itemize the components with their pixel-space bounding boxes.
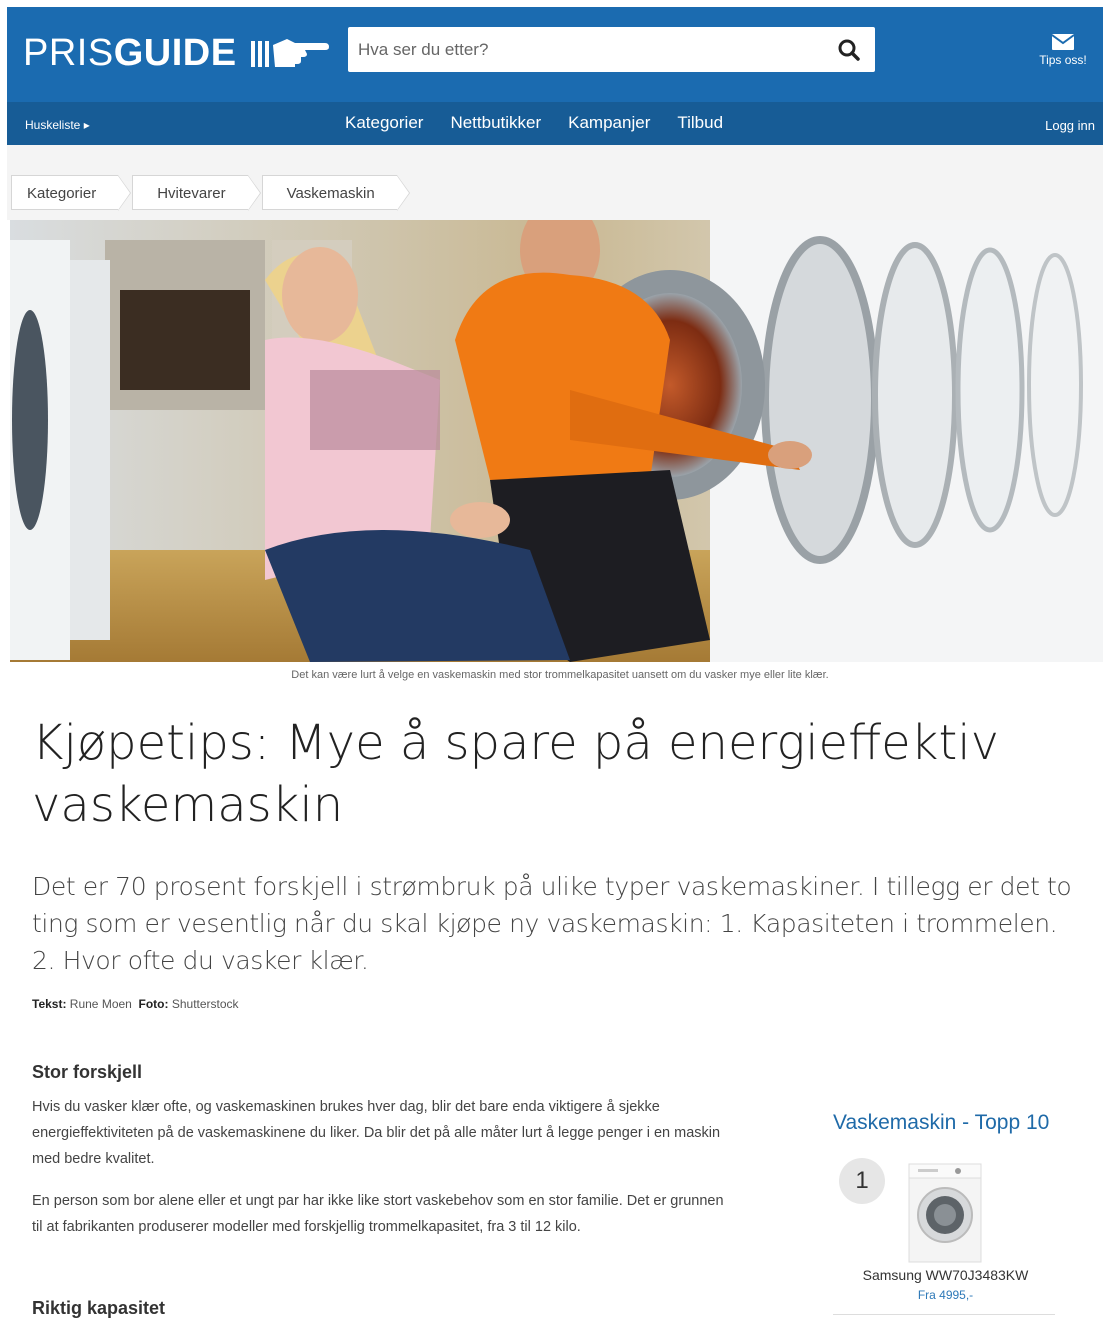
- search-box: [348, 27, 875, 72]
- nav-item-kampanjer[interactable]: Kampanjer: [568, 113, 650, 133]
- product-price[interactable]: Fra 4995,-: [833, 1288, 1058, 1302]
- product-name[interactable]: Samsung WW70J3483KW: [833, 1267, 1058, 1283]
- logo-text-bold: GUIDE: [113, 31, 237, 74]
- logo-text-light: PRIS: [23, 31, 114, 74]
- hero-image: [10, 220, 1103, 662]
- article-paragraph: En person som bor alene eller et ungt pa…: [32, 1193, 724, 1235]
- article-paragraph: Hvis du vasker klær ofte, og vaskemaskin…: [32, 1099, 721, 1167]
- hero-caption: Det kan være lurt å velge en vaskemaskin…: [291, 669, 829, 681]
- nav-items: Kategorier Nettbutikker Kampanjer Tilbud: [345, 113, 723, 133]
- prisguide-logo[interactable]: PRIS GUIDE: [23, 31, 329, 74]
- product-image[interactable]: [908, 1163, 982, 1263]
- envelope-icon: [1033, 33, 1093, 51]
- nav-item-tilbud[interactable]: Tilbud: [677, 113, 723, 133]
- nav-item-kategorier[interactable]: Kategorier: [345, 113, 423, 133]
- pointing-hand-icon: [250, 35, 329, 71]
- breadcrumb-item[interactable]: Kategorier: [11, 175, 132, 211]
- byline-author: Rune Moen: [69, 997, 132, 1011]
- byline-photo-label: Foto:: [138, 997, 169, 1011]
- tips-button[interactable]: Tips oss!: [1033, 33, 1093, 67]
- byline-text-label: Tekst:: [32, 997, 67, 1011]
- login-link[interactable]: Logg inn: [1045, 118, 1095, 133]
- tips-label: Tips oss!: [1039, 53, 1087, 67]
- divider: [833, 1314, 1055, 1315]
- breadcrumb: Kategorier Hvitevarer Vaskemaskin: [11, 175, 411, 211]
- article-lead: Det er 70 prosent forskjell i strømbruk …: [32, 872, 1072, 975]
- search-icon[interactable]: [837, 38, 861, 62]
- main-nav: Huskeliste ▸ Kategorier Nettbutikker Kam…: [7, 102, 1103, 145]
- byline-photo: Shutterstock: [171, 997, 239, 1011]
- section-heading: Riktig kapasitet: [32, 1298, 166, 1318]
- nav-item-nettbutikker[interactable]: Nettbutikker: [450, 113, 541, 133]
- top10-title[interactable]: Vaskemaskin - Topp 10: [833, 1111, 1049, 1135]
- site-header: PRISGUIDE Tips oss!: [7, 7, 1103, 102]
- article-title: Kjøpetips: Mye å spare på energieffektiv…: [32, 715, 1000, 833]
- section-heading: Stor forskjell: [32, 1062, 143, 1082]
- breadcrumb-item[interactable]: Vaskemaskin: [261, 175, 410, 211]
- byline: Tekst: Rune Moen Foto: Shutterstock: [32, 997, 239, 1011]
- rank-badge: 1: [839, 1158, 885, 1204]
- search-input[interactable]: [348, 27, 818, 72]
- breadcrumb-bar: Kategorier Hvitevarer Vaskemaskin: [7, 145, 1103, 220]
- huskeliste-link[interactable]: Huskeliste ▸: [25, 118, 90, 132]
- breadcrumb-item[interactable]: Hvitevarer: [132, 175, 261, 211]
